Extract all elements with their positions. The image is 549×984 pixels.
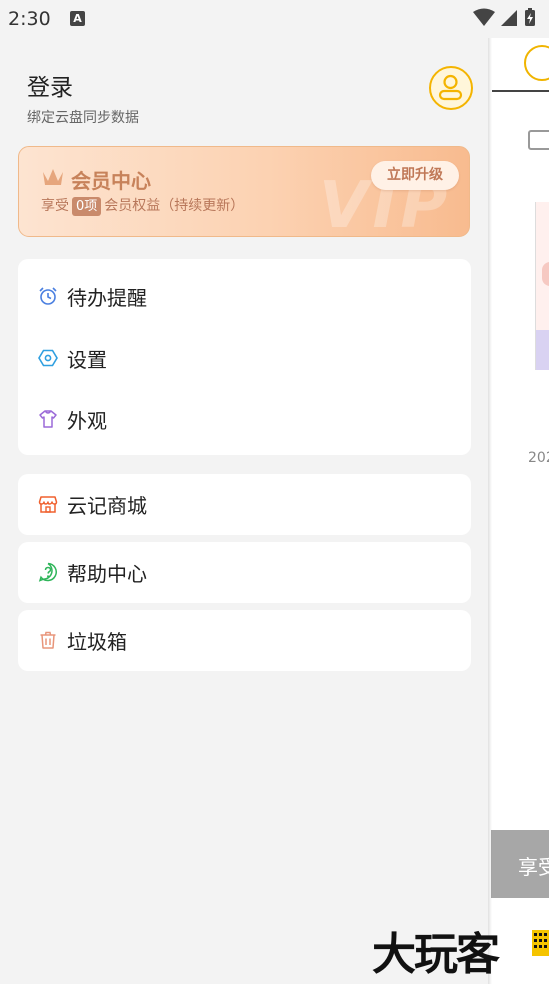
login-subtitle[interactable]: 绑定云盘同步数据: [27, 107, 139, 127]
tshirt-icon: [38, 409, 58, 429]
settings-hexagon-icon: [38, 348, 58, 368]
background-year-text: 202: [528, 450, 549, 466]
vip-benefits-count: 0项: [72, 197, 102, 216]
menu-group-help: 帮助中心: [18, 542, 471, 603]
help-circle-icon: [38, 562, 58, 582]
upgrade-button[interactable]: 立即升级: [371, 161, 459, 190]
drawer-shadow: [488, 38, 492, 984]
menu-item-reminders[interactable]: 待办提醒: [38, 281, 147, 311]
menu-item-settings[interactable]: 设置: [38, 343, 107, 373]
menu-item-label: 垃圾箱: [67, 629, 127, 654]
menu-item-label: 设置: [67, 347, 107, 372]
vip-benefits-suffix: 会员权益（持续更新）: [104, 198, 245, 214]
menu-item-label: 外观: [67, 408, 107, 433]
menu-group-trash: 垃圾箱: [18, 610, 471, 671]
background-divider: [492, 90, 549, 92]
trash-icon: [38, 630, 58, 650]
watermark-dots-icon: [532, 930, 549, 956]
vip-center-card[interactable]: VIP 会员中心 享受 0项 会员权益（持续更新） 立即升级: [18, 146, 470, 237]
menu-item-label: 云记商城: [67, 493, 147, 518]
background-image-card: [535, 202, 549, 370]
menu-item-store[interactable]: 云记商城: [38, 489, 147, 519]
menu-item-label: 帮助中心: [67, 561, 147, 586]
vip-benefits-prefix: 享受: [41, 198, 69, 214]
status-icons: [473, 8, 535, 26]
background-banner: 享受: [491, 830, 549, 898]
vip-benefits-text: 享受 0项 会员权益（持续更新）: [41, 195, 244, 216]
menu-group-store: 云记商城: [18, 474, 471, 535]
background-mail-icon: [528, 130, 549, 150]
notification-a-icon: A: [70, 11, 85, 26]
navigation-drawer: 登录 绑定云盘同步数据 VIP 会员中心 享受 0项 会员权益（持续更新） 立即升级…: [0, 38, 488, 984]
watermark-logo: 大玩客: [372, 929, 500, 980]
status-time: 2:30: [8, 8, 51, 30]
background-banner-text: 享受: [518, 855, 549, 879]
menu-item-label: 待办提醒: [67, 285, 147, 310]
wifi-icon: [473, 8, 495, 26]
vip-title: 会员中心: [71, 169, 151, 193]
signal-icon: [501, 10, 517, 26]
store-icon: [38, 494, 58, 514]
menu-item-appearance[interactable]: 外观: [38, 404, 107, 434]
user-avatar-icon[interactable]: [429, 66, 473, 110]
crown-icon: [43, 169, 63, 185]
menu-group-main: 待办提醒 设置 外观: [18, 259, 471, 455]
menu-item-help[interactable]: 帮助中心: [38, 557, 147, 587]
login-title[interactable]: 登录: [27, 68, 73, 102]
status-bar: 2:30 A: [0, 0, 549, 38]
menu-item-trash[interactable]: 垃圾箱: [38, 625, 127, 655]
alarm-clock-icon: [38, 286, 58, 306]
